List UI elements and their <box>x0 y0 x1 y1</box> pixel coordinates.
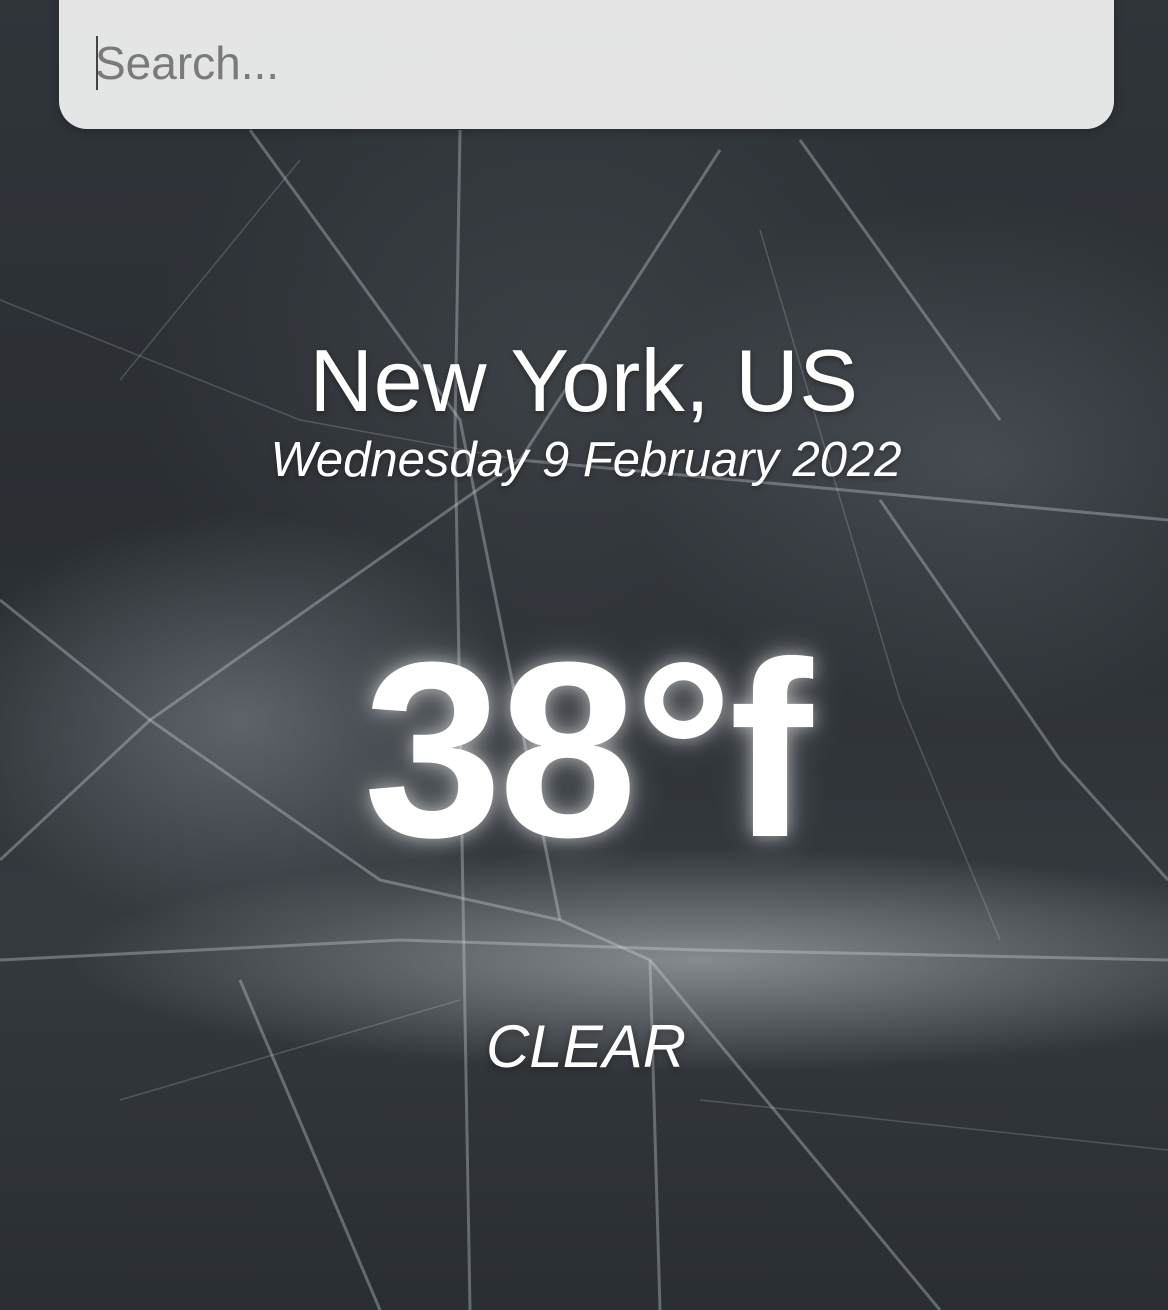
search-bar <box>59 0 1114 129</box>
temperature-readout: 38°f <box>363 610 812 889</box>
location-title: New York, US <box>309 331 859 430</box>
current-date: Wednesday 9 February 2022 <box>270 433 902 487</box>
search-input[interactable] <box>95 28 1055 98</box>
text-caret <box>96 36 98 90</box>
weather-condition: CLEAR <box>485 1013 687 1080</box>
